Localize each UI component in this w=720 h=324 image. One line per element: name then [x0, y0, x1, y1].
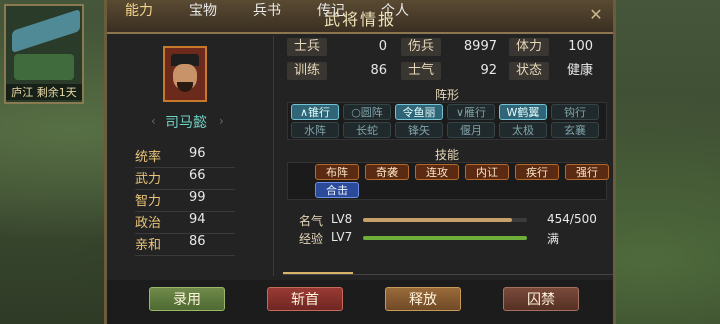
attribute-row: 统率 96	[135, 146, 235, 168]
portrait-beard	[177, 82, 193, 92]
attribute-value: 96	[189, 146, 206, 161]
general-name: 司马懿	[165, 115, 207, 131]
stat-label: 状态	[509, 62, 549, 80]
skill-chip[interactable]: 连攻	[415, 164, 459, 180]
formation-chip[interactable]: 玄襄	[551, 122, 599, 138]
tab-1[interactable]: 宝物	[175, 0, 231, 20]
progress-value: 满	[547, 232, 560, 246]
attribute-value: 66	[189, 168, 206, 183]
tab-0[interactable]: 能力	[111, 0, 167, 20]
general-portrait	[163, 46, 207, 102]
formation-chip[interactable]: 偃月	[447, 122, 495, 138]
progress-track	[363, 236, 527, 240]
stat-cell: 体力 100	[509, 38, 593, 58]
formation-chip[interactable]: 令鱼丽	[395, 104, 443, 120]
stat-cell: 训练 86	[287, 62, 387, 82]
tab-4[interactable]: 个人	[367, 0, 423, 20]
general-info-panel: 武将情报 ✕ ‹ 司马懿 › 统率 96 武力 66 智力 99 政治 94 亲和 86 士兵 0 伤…	[104, 0, 616, 324]
attribute-label: 武力	[135, 172, 162, 187]
formation-chip[interactable]: ∨雁行	[447, 104, 495, 120]
stat-value: 86	[370, 63, 387, 78]
stat-value: 0	[378, 39, 387, 54]
formation-chip[interactable]: W鹤翼	[499, 104, 547, 120]
action-button[interactable]: 释放	[385, 287, 461, 311]
formation-chip[interactable]: ∧锥行	[291, 104, 339, 120]
minimap[interactable]: 庐江 剩余1天	[4, 4, 84, 104]
stat-value: 100	[568, 39, 593, 54]
tab-3[interactable]: 传记	[303, 0, 359, 20]
stat-label: 士气	[401, 62, 441, 80]
skill-chip[interactable]: 奇袭	[365, 164, 409, 180]
stat-value: 8997	[463, 39, 497, 54]
progress-level: LV7	[331, 230, 353, 244]
formation-chip[interactable]: 钩行	[551, 104, 599, 120]
skill-chip[interactable]: 合击	[315, 182, 359, 198]
attribute-row: 亲和 86	[135, 234, 235, 256]
formation-chip[interactable]: 太极	[499, 122, 547, 138]
progress-value: 454/500	[547, 212, 597, 226]
progress-track	[363, 218, 527, 222]
attribute-label: 统率	[135, 150, 162, 165]
attribute-label: 智力	[135, 194, 162, 209]
minimap-land	[14, 54, 74, 80]
column-divider	[273, 36, 274, 276]
stat-label: 训练	[287, 62, 327, 80]
progress-label: 经验	[299, 232, 324, 246]
attribute-label: 亲和	[135, 238, 162, 253]
attribute-value: 94	[189, 212, 206, 227]
active-tab-underline	[283, 272, 353, 274]
action-button[interactable]: 录用	[149, 287, 225, 311]
attribute-row: 武力 66	[135, 168, 235, 190]
formation-chip[interactable]: 水阵	[291, 122, 339, 138]
stat-value: 健康	[566, 63, 593, 78]
stat-cell: 状态 健康	[509, 62, 593, 82]
skill-chip[interactable]: 布阵	[315, 164, 359, 180]
stat-cell: 伤兵 8997	[401, 38, 497, 58]
skill-title: 技能	[434, 148, 459, 162]
progress-level: LV8	[331, 212, 353, 226]
minimap-caption: 庐江 剩余1天	[6, 84, 82, 100]
stat-cell: 士气 92	[401, 62, 497, 82]
stat-label: 伤兵	[401, 38, 441, 56]
attribute-value: 99	[189, 190, 206, 205]
stat-label: 体力	[509, 38, 549, 56]
skill-chip[interactable]: 内讧	[465, 164, 509, 180]
stat-value: 92	[480, 63, 497, 78]
skill-chip[interactable]: 疾行	[515, 164, 559, 180]
formation-title: 阵形	[434, 88, 459, 102]
close-icon[interactable]: ✕	[585, 4, 607, 26]
attribute-label: 政治	[135, 216, 162, 231]
formation-chip[interactable]: ○圆阵	[343, 104, 391, 120]
tabs-separator	[283, 274, 613, 275]
attribute-row: 智力 99	[135, 190, 235, 212]
formation-chip[interactable]: 长蛇	[343, 122, 391, 138]
tab-2[interactable]: 兵书	[239, 0, 295, 20]
action-button[interactable]: 囚禁	[503, 287, 579, 311]
progress-fill	[363, 218, 512, 222]
attribute-value: 86	[189, 234, 206, 249]
minimap-river	[12, 8, 80, 54]
name-right-ornament-icon: ›	[219, 114, 224, 128]
stat-label: 士兵	[287, 38, 327, 56]
formation-chip[interactable]: 锋矢	[395, 122, 443, 138]
stat-cell: 士兵 0	[287, 38, 387, 58]
attribute-row: 政治 94	[135, 212, 235, 234]
skill-chip[interactable]: 强行	[565, 164, 609, 180]
action-button[interactable]: 斩首	[267, 287, 343, 311]
progress-label: 名气	[299, 214, 324, 228]
progress-fill	[363, 236, 527, 240]
